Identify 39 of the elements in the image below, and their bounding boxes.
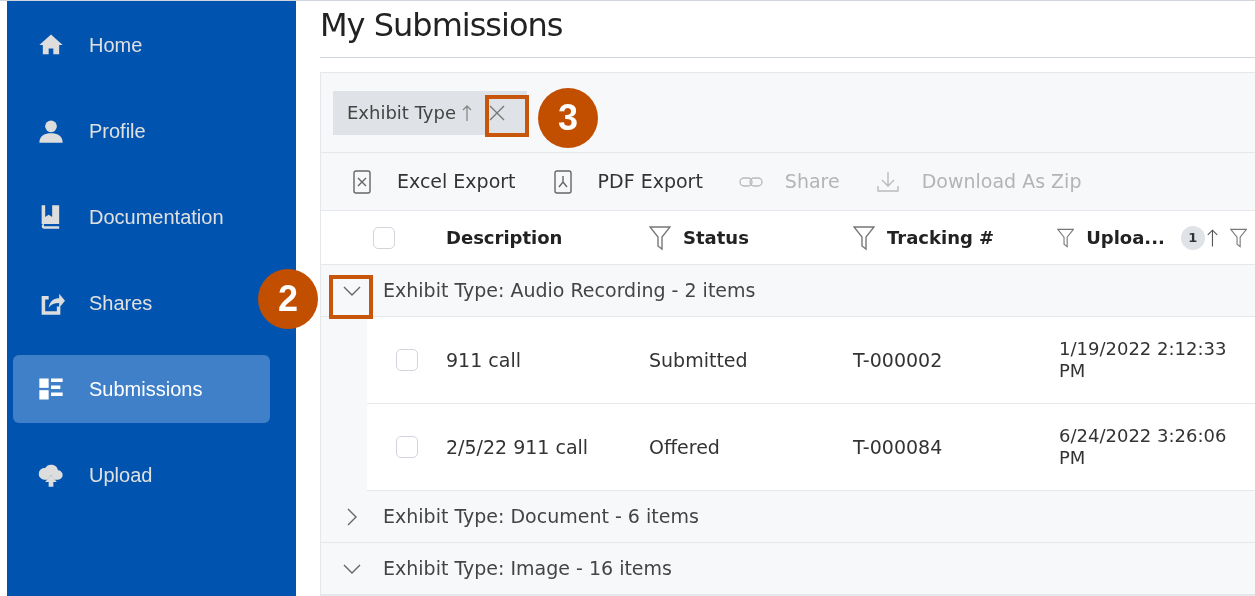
chevron-down-icon [342, 284, 362, 297]
sidebar-item[interactable]: Shares [13, 269, 233, 337]
highlight-frame [485, 95, 529, 137]
highlight-frame [329, 275, 373, 319]
column-header[interactable]: Tracking # [887, 224, 995, 251]
chip-label: Exhibit Type [347, 101, 456, 125]
filter-icon[interactable] [853, 224, 875, 251]
toolbar-button[interactable]: PDF Export [551, 167, 703, 196]
checkbox[interactable] [372, 226, 395, 249]
sidebar-item[interactable]: Upload [13, 441, 233, 509]
filter-icon[interactable] [649, 224, 671, 251]
table-cell: T-000084 [853, 435, 943, 458]
group-label: Exhibit Type: Image - 16 items [383, 556, 672, 582]
column-header[interactable]: Uploa... [1086, 224, 1165, 251]
chevron-right-icon [346, 506, 358, 527]
group-label: Exhibit Type: Document - 6 items [383, 504, 699, 530]
sort-order-badge: 1 [1180, 225, 1205, 250]
table-cell: 911 call [446, 348, 521, 371]
column-header[interactable]: Status [683, 224, 749, 251]
table-cell: Submitted [649, 348, 748, 371]
download-icon [875, 169, 900, 194]
sidebar-item[interactable]: Submissions [13, 355, 270, 423]
toolbar-button[interactable]: Excel Export [351, 167, 516, 196]
table-cell-text: 1/19/2022 2:12:33 PM [1059, 338, 1228, 382]
table-cell: 2/5/22 911 call [446, 435, 589, 458]
checkbox[interactable] [395, 436, 418, 458]
sidebar-item[interactable]: Profile [13, 97, 233, 165]
sidebar-item[interactable]: Home [13, 11, 233, 79]
page-title: My Submissions [320, 5, 564, 46]
table-cell: T-000002 [853, 348, 943, 371]
checkbox[interactable] [395, 349, 418, 371]
sort-up-icon [462, 103, 472, 122]
column-header[interactable]: Description [446, 224, 563, 251]
callout-number: 2 [258, 269, 318, 329]
group-label: Exhibit Type: Audio Recording - 2 items [383, 278, 756, 304]
table-cell: Offered [649, 435, 720, 458]
table-cell-text: 6/24/2022 3:26:06 PM [1059, 425, 1228, 469]
sidebar-item[interactable]: Documentation [13, 183, 233, 251]
chevron-down-icon [342, 562, 362, 575]
